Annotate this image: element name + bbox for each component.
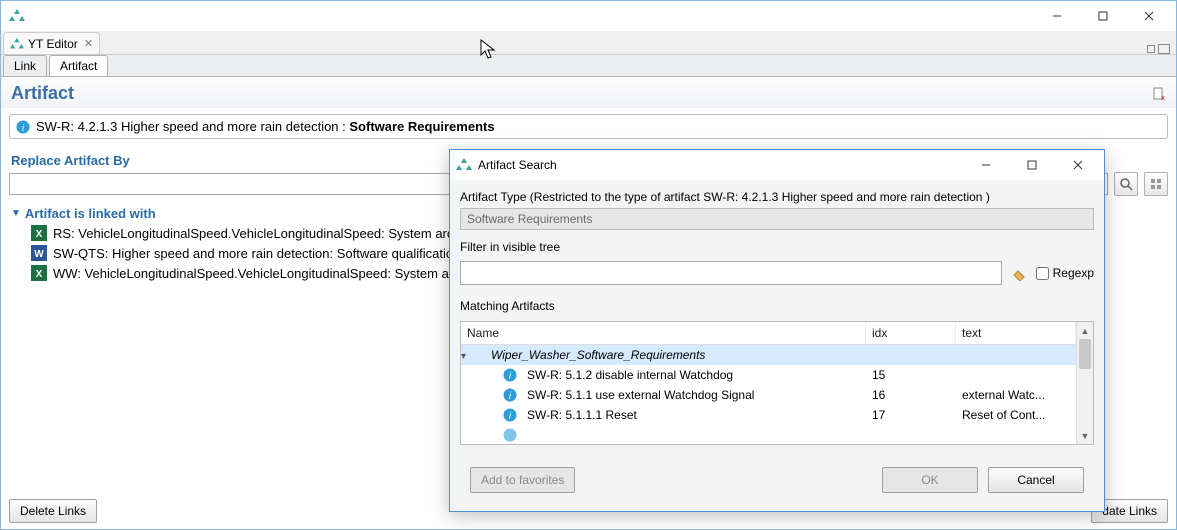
- tree-node-text: [956, 434, 1076, 436]
- yt-app-icon: [9, 8, 25, 24]
- tab-link-label: Link: [14, 59, 36, 73]
- clear-filter-icon[interactable]: [1010, 264, 1028, 282]
- ok-button[interactable]: OK: [882, 467, 978, 493]
- editor-tabstrip: YT Editor ✕: [1, 31, 1176, 55]
- regexp-checkbox[interactable]: Regexp: [1036, 266, 1094, 280]
- editor-tab-yt[interactable]: YT Editor ✕: [3, 32, 100, 54]
- tree-row[interactable]: i SW-R: 5.1.1.1 Reset 17 Reset of Cont..…: [461, 405, 1076, 425]
- tree-node-text: external Watc...: [956, 387, 1076, 403]
- window-maximize-button[interactable]: [1080, 1, 1126, 31]
- tree-scrollbar[interactable]: ▲ ▼: [1076, 322, 1093, 444]
- svg-text:X: X: [36, 229, 43, 240]
- tree-node-text: Reset of Cont...: [956, 407, 1076, 423]
- dialog-maximize-button[interactable]: [1012, 151, 1052, 179]
- tree-row[interactable]: i SW-R: 5.1.2 disable internal Watchdog …: [461, 365, 1076, 385]
- matching-label: Matching Artifacts: [460, 295, 1094, 317]
- tree-node-label: SW-R: 5.1.1 use external Watchdog Signal: [521, 387, 866, 403]
- tree-node-text: [956, 374, 1076, 376]
- excel-icon: X: [31, 265, 47, 281]
- search-button[interactable]: [1114, 172, 1138, 196]
- window-minimize-button[interactable]: [1034, 1, 1080, 31]
- excel-icon: X: [31, 225, 47, 241]
- tree-row-root[interactable]: ▾ Wiper_Washer_Software_Requirements: [461, 345, 1076, 365]
- svg-text:W: W: [34, 249, 44, 260]
- tab-artifact[interactable]: Artifact: [49, 55, 108, 76]
- tree-node-idx: [866, 434, 956, 436]
- requirement-icon: i: [503, 408, 517, 422]
- tree-row[interactable]: i SW-R: 5.1.1 use external Watchdog Sign…: [461, 385, 1076, 405]
- dialog-titlebar: Artifact Search: [450, 150, 1104, 180]
- grid-button[interactable]: [1144, 172, 1168, 196]
- window-titlebar: [1, 1, 1176, 31]
- cancel-button[interactable]: Cancel: [988, 467, 1084, 493]
- info-icon: i: [16, 120, 30, 134]
- close-tab-icon[interactable]: ✕: [84, 37, 93, 50]
- maximize-pane-icon[interactable]: [1158, 44, 1170, 54]
- tree-node-label: SW-R: 5.1.1.1 Reset: [521, 407, 866, 423]
- dialog-title: Artifact Search: [478, 158, 557, 172]
- artifact-type-label: Artifact Type (Restricted to the type of…: [460, 186, 1094, 208]
- tree-node-label: [521, 434, 866, 436]
- tree-node-label: Wiper_Washer_Software_Requirements: [485, 347, 866, 363]
- svg-text:i: i: [22, 123, 25, 134]
- tree-node-idx: 17: [866, 407, 956, 423]
- context-prefix: SW-R: 4.2.1.3 Higher speed and more rain…: [36, 119, 349, 134]
- regexp-label-text: Regexp: [1053, 266, 1094, 280]
- tree-header: Name idx text: [461, 322, 1076, 345]
- col-idx[interactable]: idx: [866, 322, 956, 344]
- tree-row[interactable]: [461, 425, 1076, 444]
- scroll-up-icon[interactable]: ▲: [1077, 322, 1093, 339]
- artifact-context: i SW-R: 4.2.1.3 Higher speed and more ra…: [9, 114, 1168, 139]
- doc-tabstrip: Link Artifact: [1, 55, 1176, 77]
- scroll-thumb[interactable]: [1079, 339, 1091, 369]
- artifact-type-combo[interactable]: Software Requirements: [460, 208, 1094, 230]
- section-header: Artifact x: [1, 77, 1176, 108]
- svg-text:x: x: [1161, 95, 1165, 101]
- tree-node-label: SW-R: 5.1.2 disable internal Watchdog: [521, 367, 866, 383]
- minimize-pane-icon[interactable]: [1147, 45, 1155, 53]
- chevron-down-icon[interactable]: ▾: [461, 351, 466, 362]
- editor-tab-label: YT Editor: [28, 37, 78, 51]
- col-text[interactable]: text: [956, 322, 1076, 344]
- document-delete-icon[interactable]: x: [1152, 87, 1166, 101]
- tab-artifact-label: Artifact: [60, 59, 97, 73]
- add-to-favorites-button[interactable]: Add to favorites: [470, 467, 575, 493]
- col-name[interactable]: Name: [461, 322, 866, 344]
- filter-label: Filter in visible tree: [460, 236, 1094, 258]
- section-title: Artifact: [11, 83, 74, 104]
- svg-text:X: X: [36, 269, 43, 280]
- scroll-down-icon[interactable]: ▼: [1077, 427, 1093, 444]
- artifact-type-value: Software Requirements: [467, 212, 592, 226]
- requirement-icon: [503, 428, 517, 442]
- yt-tab-icon: [10, 37, 24, 51]
- context-text: SW-R: 4.2.1.3 Higher speed and more rain…: [36, 119, 495, 134]
- artifact-search-dialog: Artifact Search Artifact Type (Restricte…: [449, 149, 1105, 512]
- dialog-close-button[interactable]: [1058, 151, 1098, 179]
- link-item-label: SW-QTS: Higher speed and more rain detec…: [53, 246, 453, 261]
- context-category: Software Requirements: [349, 119, 494, 134]
- word-icon: W: [31, 245, 47, 261]
- tree-node-idx: [866, 354, 956, 356]
- window-close-button[interactable]: [1126, 1, 1172, 31]
- tab-link[interactable]: Link: [3, 55, 47, 76]
- requirement-icon: i: [503, 388, 517, 402]
- linked-label: Artifact is linked with: [25, 206, 156, 221]
- filter-input[interactable]: [460, 261, 1002, 285]
- tree-node-idx: 16: [866, 387, 956, 403]
- delete-links-button[interactable]: Delete Links: [9, 499, 97, 523]
- yt-dialog-icon: [456, 157, 472, 173]
- collapse-icon: ▼: [11, 208, 21, 219]
- regexp-checkbox-input[interactable]: [1036, 267, 1049, 280]
- link-item-label: WW: VehicleLongitudinalSpeed.VehicleLong…: [53, 266, 453, 281]
- requirement-icon: i: [503, 368, 517, 382]
- matching-tree: Name idx text ▾ Wiper_Washer_Software_Re…: [460, 321, 1094, 445]
- tree-node-idx: 15: [866, 367, 956, 383]
- link-item-label: RS: VehicleLongitudinalSpeed.VehicleLong…: [53, 226, 461, 241]
- tree-node-text: [956, 354, 1076, 356]
- dialog-minimize-button[interactable]: [966, 151, 1006, 179]
